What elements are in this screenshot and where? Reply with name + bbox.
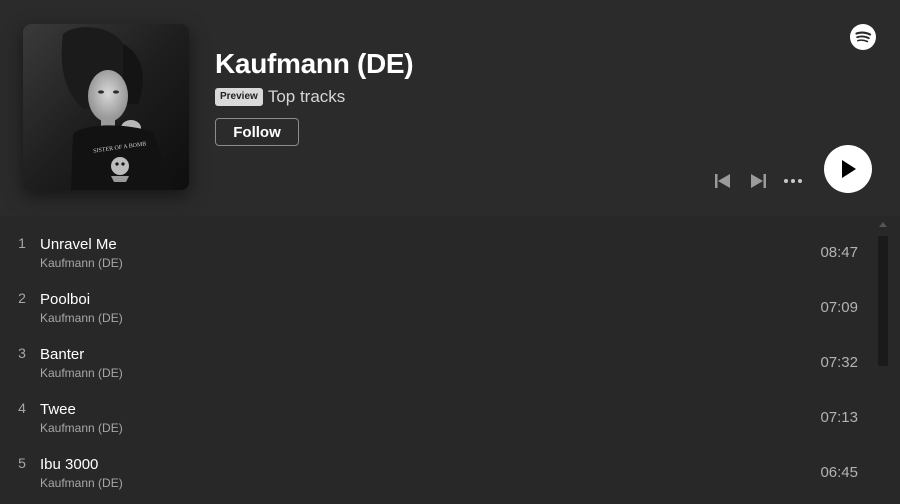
track-list-scrollbar[interactable] (876, 222, 890, 504)
track-row[interactable]: 4 Twee Kaufmann (DE) 07:13 (0, 381, 870, 436)
artist-name[interactable]: Kaufmann (DE) (215, 48, 414, 80)
artist-cover-image[interactable]: SISTER OF A BOMB (23, 24, 189, 190)
track-title: Poolboi (40, 291, 91, 308)
track-duration: 07:09 (820, 299, 858, 316)
scroll-up-arrow-icon[interactable] (879, 222, 887, 227)
follow-button[interactable]: Follow (215, 118, 299, 146)
track-row[interactable]: 3 Banter Kaufmann (DE) 07:32 (0, 326, 870, 381)
track-artist[interactable]: Kaufmann (DE) (40, 476, 123, 490)
track-artist[interactable]: Kaufmann (DE) (40, 366, 123, 380)
track-duration: 08:47 (820, 244, 858, 261)
track-row[interactable]: 5 Ibu 3000 Kaufmann (DE) 06:45 (0, 436, 870, 491)
more-options-icon[interactable] (782, 170, 804, 192)
track-number: 2 (18, 290, 26, 306)
track-number: 4 (18, 400, 26, 416)
track-number: 1 (18, 235, 26, 251)
spotify-logo-icon[interactable] (850, 24, 876, 50)
play-button[interactable] (824, 145, 872, 193)
scrollbar-thumb[interactable] (878, 236, 888, 366)
track-number: 3 (18, 345, 26, 361)
cover-photo: SISTER OF A BOMB (23, 24, 189, 190)
track-title: Unravel Me (40, 236, 117, 253)
subtitle: Top tracks (267, 87, 346, 106)
skip-previous-icon[interactable] (712, 170, 734, 192)
track-list: 1 Unravel Me Kaufmann (DE) 08:47 2 Poolb… (0, 216, 870, 504)
track-number: 5 (18, 455, 26, 471)
artist-header: SISTER OF A BOMB Kaufmann (DE) Preview T… (0, 0, 900, 216)
track-row[interactable]: 1 Unravel Me Kaufmann (DE) 08:47 (0, 216, 870, 271)
track-title: Ibu 3000 (40, 456, 99, 473)
play-icon (842, 160, 856, 178)
track-title: Twee (40, 401, 76, 418)
spotify-embed-widget: SISTER OF A BOMB Kaufmann (DE) Preview T… (0, 0, 900, 504)
track-row[interactable]: 2 Poolboi Kaufmann (DE) 07:09 (0, 271, 870, 326)
track-duration: 07:32 (820, 354, 858, 371)
skip-next-icon[interactable] (747, 170, 769, 192)
track-artist[interactable]: Kaufmann (DE) (40, 421, 123, 435)
track-title: Banter (40, 346, 85, 363)
subtitle-row: Preview Top tracks (215, 87, 345, 107)
track-duration: 07:13 (820, 409, 858, 426)
track-duration: 06:45 (820, 464, 858, 481)
preview-badge: Preview (215, 88, 263, 106)
track-artist[interactable]: Kaufmann (DE) (40, 256, 123, 270)
track-artist[interactable]: Kaufmann (DE) (40, 311, 123, 325)
